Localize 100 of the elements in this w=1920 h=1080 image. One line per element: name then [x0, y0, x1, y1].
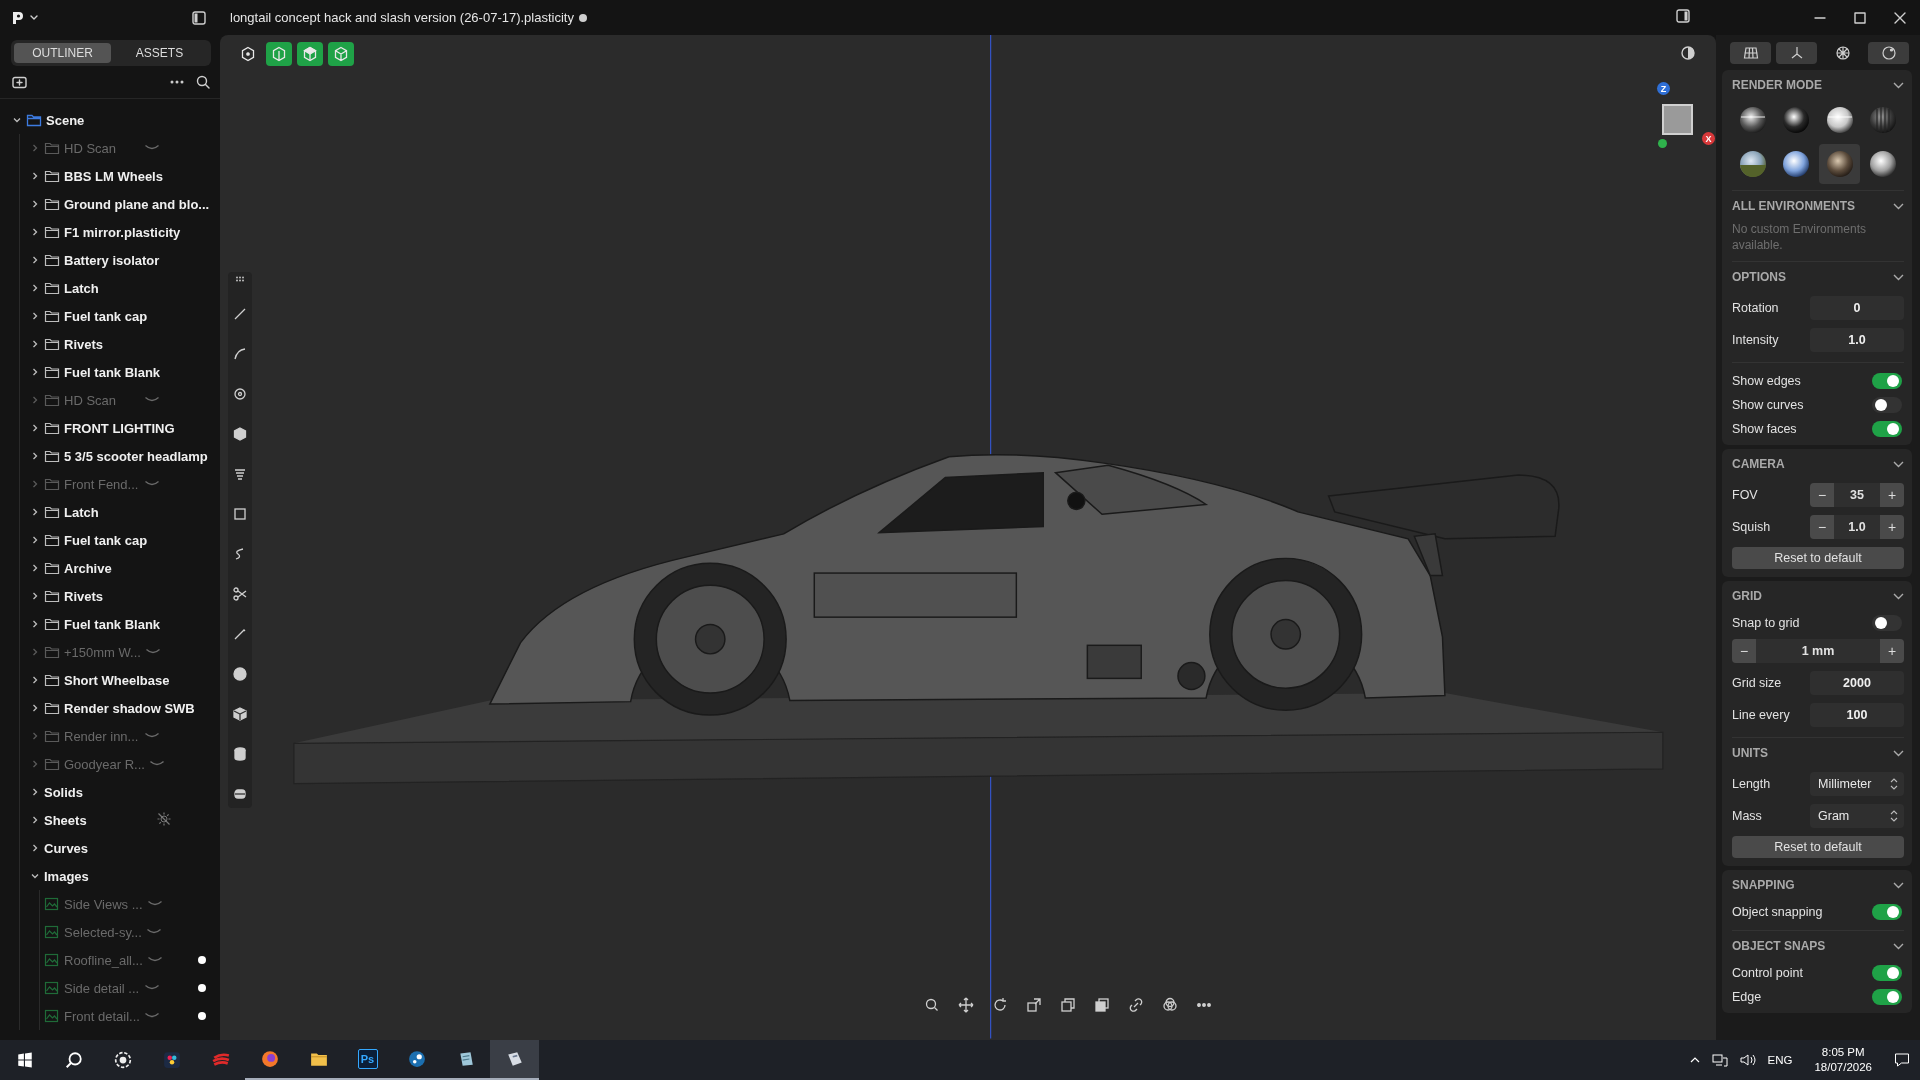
tree-item-label[interactable]: Rivets [64, 336, 104, 352]
tree-item-label[interactable]: Fuel tank cap [64, 532, 148, 548]
axis-dot[interactable] [1658, 139, 1667, 148]
clock-time[interactable]: 8:05 PM [1821, 1045, 1865, 1060]
chevron-icon[interactable] [1893, 202, 1904, 210]
toggle-switch[interactable] [1872, 904, 1902, 920]
reset-button[interactable]: Reset to default [1732, 547, 1904, 569]
app-logo-icon[interactable] [12, 10, 24, 25]
link-icon[interactable] [1128, 997, 1144, 1013]
chevron-icon[interactable] [30, 619, 40, 629]
hidden-icon[interactable] [144, 732, 160, 740]
chevron-icon[interactable] [1893, 273, 1904, 281]
outliner-tab[interactable]: OUTLINER [14, 43, 111, 63]
search-icon[interactable] [196, 75, 210, 89]
cube-icon[interactable] [232, 706, 248, 722]
chevron-icon[interactable] [1893, 81, 1904, 89]
axis-handle[interactable]: Z [1657, 82, 1670, 95]
tree-item-label[interactable]: Scene [46, 112, 85, 128]
chevron-icon[interactable] [1893, 749, 1904, 757]
more-icon[interactable] [170, 80, 184, 84]
chevron-icon[interactable] [30, 507, 40, 517]
reset-button[interactable]: Reset to default [1732, 836, 1904, 858]
stepper-field[interactable]: − 35 + [1810, 483, 1904, 507]
chevron-icon[interactable] [12, 115, 22, 125]
chevron-icon[interactable] [1893, 942, 1904, 950]
scale-icon[interactable] [1026, 997, 1042, 1013]
tree-item-label[interactable]: Fuel tank Blank [64, 364, 161, 380]
tree-item-label[interactable]: HD Scan [64, 392, 140, 408]
stepper-field[interactable]: − 1.0 + [1810, 515, 1904, 539]
chevron-up-icon[interactable] [1689, 1057, 1700, 1063]
chevron-icon[interactable] [30, 255, 40, 265]
tree-item-label[interactable]: Latch [64, 280, 99, 296]
maximize-icon[interactable] [1854, 11, 1866, 24]
hidden-icon[interactable] [144, 1012, 160, 1020]
grip-icon[interactable] [235, 276, 245, 282]
chevron-icon[interactable] [30, 535, 40, 545]
view-mode-button[interactable] [1730, 42, 1771, 64]
stepper-field[interactable]: − 1 mm + [1732, 639, 1904, 663]
tree-item-label[interactable]: Render shadow SWB [64, 700, 195, 716]
unit-select[interactable]: Millimeter [1810, 772, 1904, 796]
volume-icon[interactable] [1739, 1053, 1756, 1067]
view-toggle-button[interactable] [328, 42, 354, 66]
number-field[interactable]: 1.0 [1810, 328, 1904, 352]
chevron-icon[interactable] [1893, 460, 1904, 468]
toggle-switch[interactable] [1872, 989, 1902, 1005]
sphere-icon[interactable] [232, 666, 248, 682]
environment-swatch[interactable] [1819, 144, 1861, 184]
tree-item-label[interactable]: Fuel tank Blank [64, 616, 161, 632]
hidden-icon[interactable] [144, 144, 160, 152]
tree-item-label[interactable]: Short Wheelbase [64, 672, 170, 688]
tree-item-label[interactable]: Render inn... [64, 728, 140, 744]
tree-item-label[interactable]: Archive [64, 560, 112, 576]
tree-item-label[interactable]: F1 mirror.plasticity [64, 224, 181, 240]
chevron-icon[interactable] [30, 815, 40, 825]
panel-toggle-icon[interactable] [1676, 9, 1690, 23]
close-icon[interactable] [1894, 11, 1906, 24]
number-field[interactable]: 100 [1810, 703, 1904, 727]
hexagon-icon[interactable] [232, 426, 248, 442]
tree-item-label[interactable]: BBS LM Wheels [64, 168, 163, 184]
cylinder-icon[interactable] [232, 746, 248, 762]
decrement-button[interactable]: − [1732, 639, 1756, 663]
move-icon[interactable] [958, 997, 974, 1013]
tree-item-label[interactable]: Ground plane and blo... [64, 196, 210, 212]
number-field[interactable]: 2000 [1810, 671, 1904, 695]
tree-item-label[interactable]: Sheets [44, 812, 87, 828]
axis-handle[interactable]: X [1702, 132, 1715, 145]
chevron-icon[interactable] [30, 283, 40, 293]
chevron-icon[interactable] [1893, 881, 1904, 889]
add-folder-icon[interactable] [12, 75, 27, 89]
tree-item-label[interactable]: Fuel tank cap [64, 308, 148, 324]
circle-icon[interactable] [232, 386, 248, 402]
toggle-switch[interactable] [1872, 397, 1902, 413]
tree-item-label[interactable]: Images [44, 868, 89, 884]
chevron-icon[interactable] [30, 339, 40, 349]
view-mode-button[interactable] [1868, 42, 1909, 64]
toggle-switch[interactable] [1872, 421, 1902, 437]
unit-select[interactable]: Gram [1810, 804, 1904, 828]
tree-item-label[interactable]: FRONT LIGHTING [64, 420, 175, 436]
venn-icon[interactable] [1162, 997, 1178, 1013]
increment-button[interactable]: + [1880, 483, 1904, 507]
contrast-icon[interactable] [1680, 45, 1696, 61]
taskbar-app-button[interactable]: Ps [343, 1040, 392, 1080]
caret-icon[interactable] [30, 14, 38, 21]
chevron-icon[interactable] [30, 843, 40, 853]
chevron-icon[interactable] [30, 787, 40, 797]
hidden-icon[interactable] [144, 480, 160, 488]
tree-item-label[interactable]: HD Scan [64, 140, 140, 156]
chevron-icon[interactable] [30, 199, 40, 209]
hidden-icon[interactable] [144, 984, 160, 992]
notification-icon[interactable] [1894, 1052, 1910, 1068]
decrement-button[interactable]: − [1810, 483, 1834, 507]
hidden-icon[interactable] [144, 396, 160, 404]
chevron-icon[interactable] [30, 591, 40, 601]
hidden-icon[interactable] [148, 760, 165, 768]
tree-item-label[interactable]: Latch [64, 504, 99, 520]
toggle-switch[interactable] [1872, 615, 1902, 631]
decrement-button[interactable]: − [1810, 515, 1834, 539]
chevron-icon[interactable] [30, 171, 40, 181]
view-toggle-button[interactable] [266, 42, 292, 66]
tree-item-label[interactable]: Solids [44, 784, 83, 800]
